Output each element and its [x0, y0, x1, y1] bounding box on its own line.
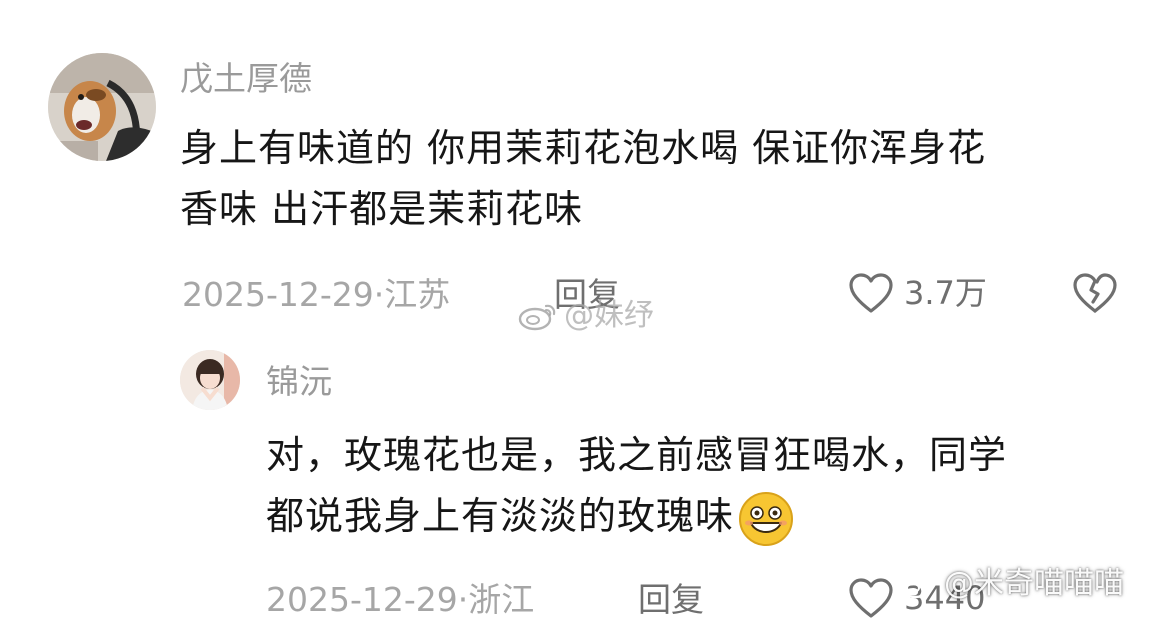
comment-date-location: 2025-12-29·江苏	[182, 275, 451, 314]
watermark-text: @妹纾	[564, 298, 654, 333]
weibo-logo-icon	[518, 300, 558, 332]
weibo-watermark: @米奇喵喵喵	[898, 568, 1124, 600]
comment-text: 对，玫瑰花也是，我之前感冒狂喝水，同学 都说我身上有淡淡的玫瑰味	[266, 425, 1007, 547]
heart-icon	[848, 577, 894, 619]
like-count: 3.7万	[904, 274, 987, 312]
weibo-logo-icon	[898, 568, 938, 600]
user-avatar[interactable]	[48, 53, 156, 161]
comment-date-location: 2025-12-29·浙江	[266, 580, 535, 619]
girl-avatar-icon	[180, 350, 240, 410]
user-avatar[interactable]	[180, 350, 240, 410]
dog-avatar-icon	[48, 53, 156, 161]
comment-username[interactable]: 锦沅	[266, 365, 332, 398]
comment-text-line: 身上有味道的 你用茉莉花泡水喝 保证你浑身花	[180, 126, 987, 170]
broken-heart-icon	[1072, 272, 1118, 314]
like-button[interactable]: 3.7万	[848, 272, 987, 314]
comment-text-line: 都说我身上有淡淡的玫瑰味	[266, 494, 735, 538]
heart-icon	[848, 272, 894, 314]
grinning-emoji-icon	[739, 491, 794, 546]
comment-text-line-with-emoji: 都说我身上有淡淡的玫瑰味	[266, 486, 1007, 547]
dislike-button[interactable]	[1072, 272, 1118, 314]
watermark-text: @米奇喵喵喵	[944, 566, 1124, 601]
comment-username[interactable]: 戊土厚德	[180, 62, 312, 95]
comment-text-line: 对，玫瑰花也是，我之前感冒狂喝水，同学	[266, 433, 1008, 477]
comment-item: 戊土厚德 身上有味道的 你用茉莉花泡水喝 保证你浑身花 香味 出汗都是茉莉花味 …	[0, 0, 1170, 332]
comment-text: 身上有味道的 你用茉莉花泡水喝 保证你浑身花 香味 出汗都是茉莉花味	[180, 118, 986, 240]
reply-button[interactable]: 回复	[638, 583, 704, 616]
weibo-watermark: @妹纾	[518, 300, 654, 332]
comment-text-line: 香味 出汗都是茉莉花味	[180, 187, 584, 231]
reply-comment-item: 锦沅 对，玫瑰花也是，我之前感冒狂喝水，同学 都说我身上有淡淡的玫瑰味 2025…	[0, 330, 1170, 629]
